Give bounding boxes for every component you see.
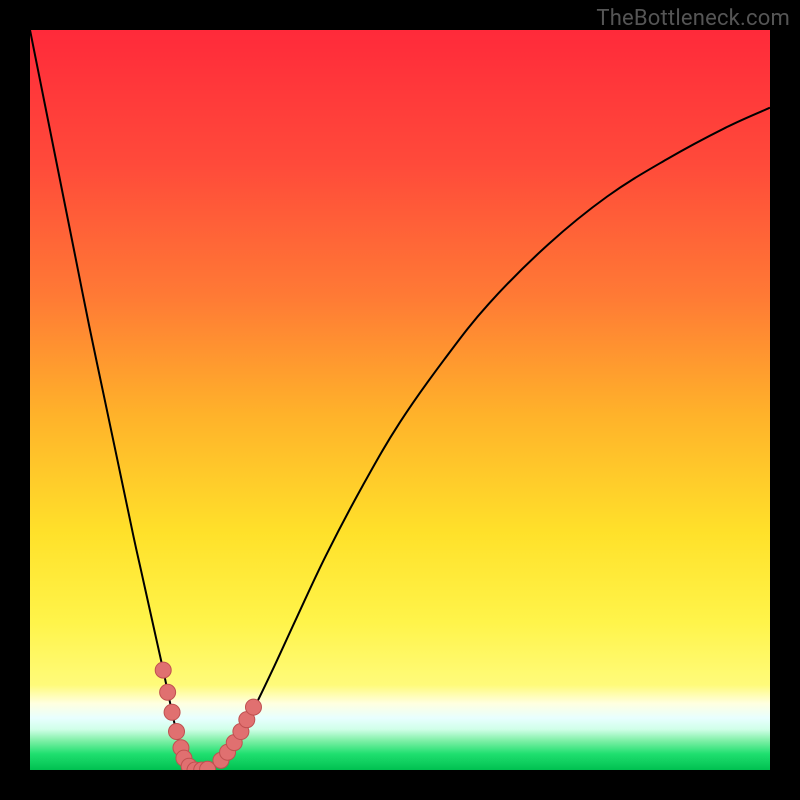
- gradient-background: [30, 30, 770, 770]
- chart-frame: TheBottleneck.com: [0, 0, 800, 800]
- chart-svg: [30, 30, 770, 770]
- data-marker: [245, 699, 261, 715]
- data-marker: [160, 684, 176, 700]
- data-marker: [155, 662, 171, 678]
- data-marker: [169, 724, 185, 740]
- watermark-text: TheBottleneck.com: [596, 6, 790, 31]
- plot-area: [30, 30, 770, 770]
- data-marker: [164, 704, 180, 720]
